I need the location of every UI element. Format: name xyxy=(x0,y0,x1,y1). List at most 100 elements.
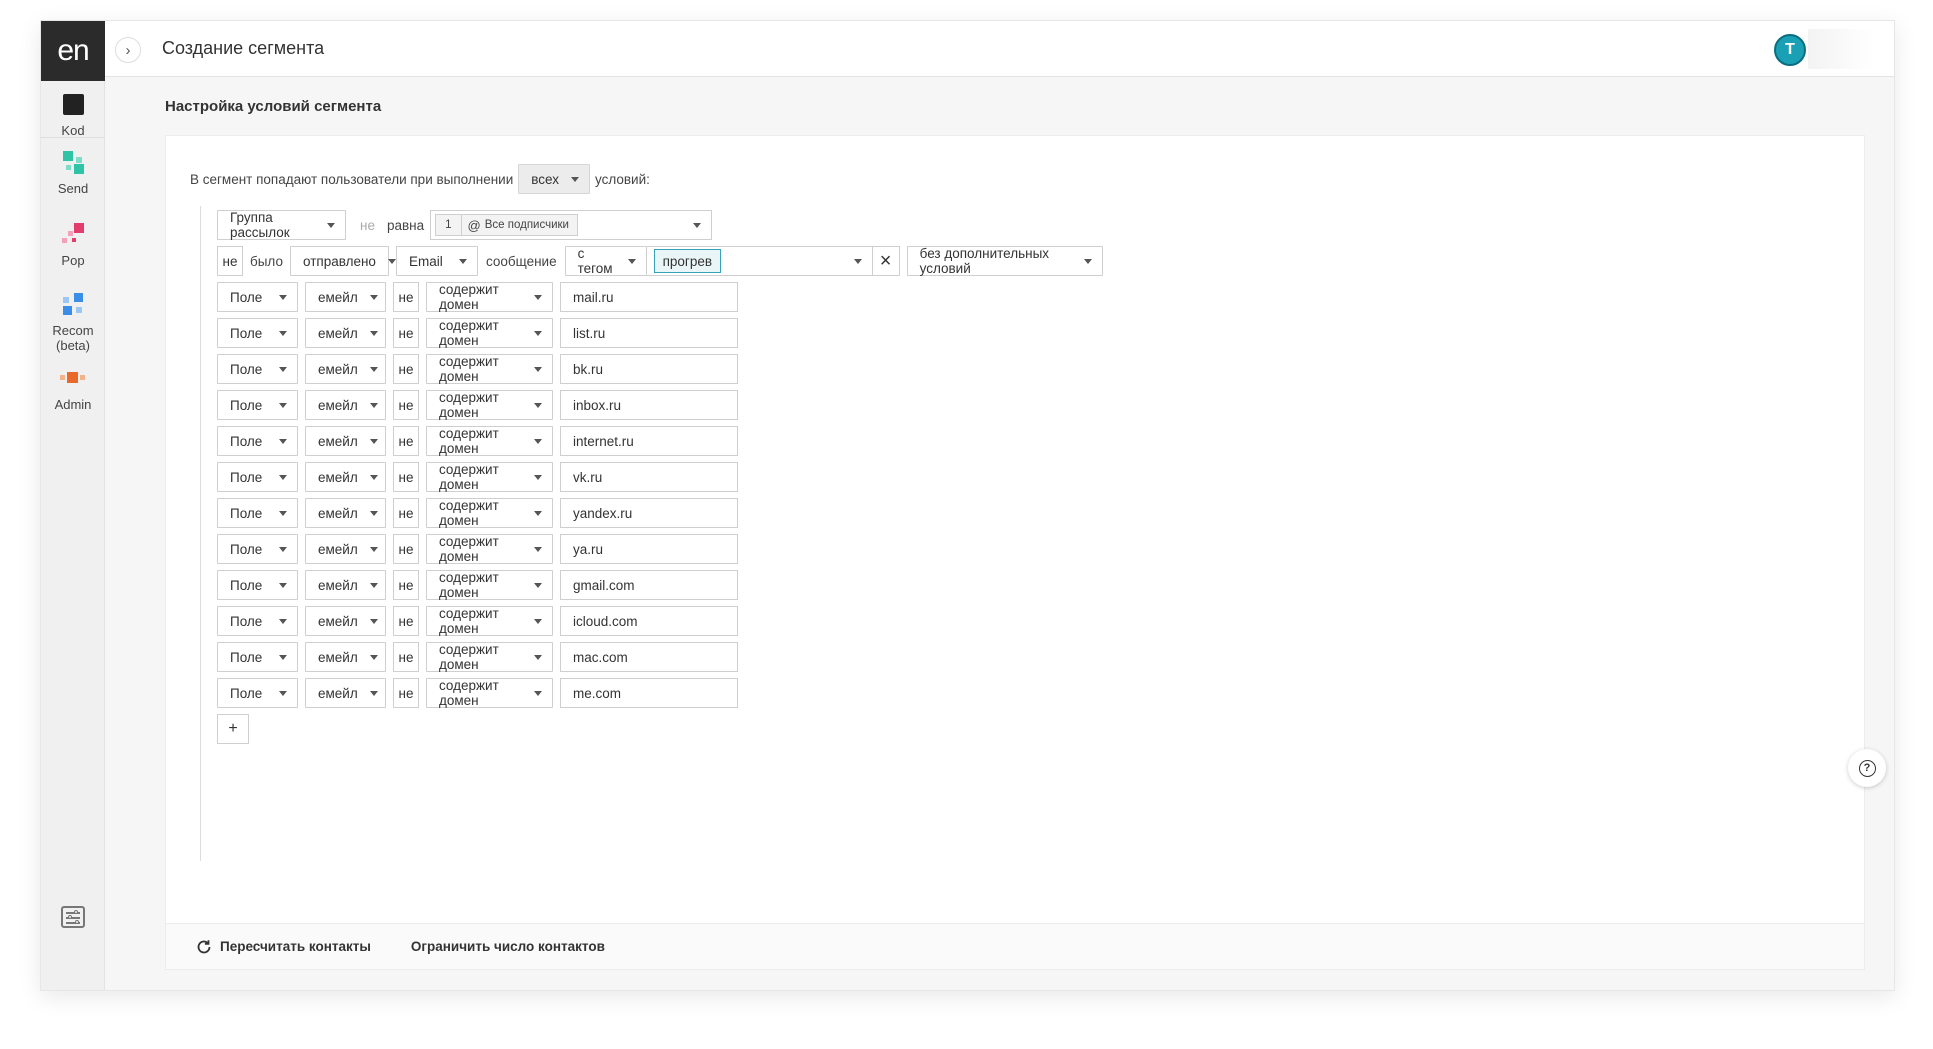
negate-toggle[interactable]: не xyxy=(393,570,419,600)
caret-down-icon xyxy=(369,474,378,480)
operator-select[interactable]: содержит домен xyxy=(426,642,553,672)
condition-type-select[interactable]: Поле xyxy=(217,498,298,528)
field-select[interactable]: емейл xyxy=(305,678,386,708)
caret-down-icon xyxy=(279,366,287,372)
sidebar-item-recom[interactable]: Recom (beta) xyxy=(41,291,105,353)
value-input[interactable]: list.ru xyxy=(560,318,738,348)
extra-conditions-select[interactable]: без дополнительных условий xyxy=(906,246,1103,276)
settings-sliders-icon[interactable] xyxy=(61,906,85,928)
condition-type-select[interactable]: Поле xyxy=(217,534,298,564)
match-mode-select[interactable]: всех xyxy=(518,164,590,194)
condition-row-field: Поле емейл не содержит домен mail.ru xyxy=(217,282,738,312)
operator-select[interactable]: содержит домен xyxy=(426,678,553,708)
value-input[interactable]: internet.ru xyxy=(560,426,738,456)
operator-select[interactable]: содержит домен xyxy=(426,318,553,348)
avatar[interactable]: T xyxy=(1774,34,1806,66)
expand-sidebar-button[interactable]: › xyxy=(115,37,141,63)
sidebar-item-admin[interactable]: Admin xyxy=(41,365,105,412)
field-select[interactable]: емейл xyxy=(305,606,386,636)
negate-toggle[interactable]: не xyxy=(393,534,419,564)
condition-type-select[interactable]: Группа рассылок xyxy=(217,210,346,240)
value-input[interactable]: me.com xyxy=(560,678,738,708)
field-select[interactable]: емейл xyxy=(305,318,386,348)
condition-type-select[interactable]: Поле xyxy=(217,426,298,456)
action-select[interactable]: отправлено xyxy=(289,246,396,276)
condition-type-value: Поле xyxy=(230,469,263,485)
caret-down-icon xyxy=(534,546,542,552)
negate-toggle[interactable]: не xyxy=(217,246,243,276)
operator-select[interactable]: содержит домен xyxy=(426,462,553,492)
sidebar-item-pop[interactable]: Pop xyxy=(41,221,105,268)
value-input[interactable]: bk.ru xyxy=(560,354,738,384)
field-value: емейл xyxy=(318,289,358,305)
condition-type-select[interactable]: Поле xyxy=(217,462,298,492)
negate-toggle[interactable]: не xyxy=(393,426,419,456)
sidebar-item-send[interactable]: Send xyxy=(41,149,105,196)
field-select[interactable]: емейл xyxy=(305,426,386,456)
field-select[interactable]: емейл xyxy=(305,534,386,564)
condition-type-select[interactable]: Поле xyxy=(217,318,298,348)
field-select[interactable]: емейл xyxy=(305,390,386,420)
topbar: › Создание сегмента T xyxy=(105,21,1894,77)
negate-toggle[interactable]: не xyxy=(393,678,419,708)
negate-toggle[interactable]: не xyxy=(393,498,419,528)
field-select[interactable]: емейл xyxy=(305,570,386,600)
negate-toggle[interactable]: не xyxy=(393,642,419,672)
condition-type-select[interactable]: Поле xyxy=(217,390,298,420)
operator-select[interactable]: содержит домен xyxy=(426,354,553,384)
operator-select[interactable]: содержит домен xyxy=(426,498,553,528)
value-input[interactable]: yandex.ru xyxy=(560,498,738,528)
negate-toggle[interactable]: не xyxy=(393,354,419,384)
field-select[interactable]: емейл xyxy=(305,282,386,312)
caret-down-icon xyxy=(534,294,542,300)
field-select[interactable]: емейл xyxy=(305,462,386,492)
operator-select[interactable]: содержит домен xyxy=(426,282,553,312)
limit-contacts-button[interactable]: Ограничить число контактов xyxy=(411,939,605,954)
add-condition-button[interactable]: + xyxy=(217,714,249,744)
tag-select[interactable]: прогрев xyxy=(646,246,873,276)
operator-select[interactable]: содержит домен xyxy=(426,390,553,420)
negate-toggle[interactable]: не xyxy=(346,218,383,233)
condition-type-value: Поле xyxy=(230,649,263,665)
value-input[interactable]: mac.com xyxy=(560,642,738,672)
field-select[interactable]: емейл xyxy=(305,354,386,384)
caret-down-icon xyxy=(369,690,378,696)
operator-select[interactable]: содержит домен xyxy=(426,426,553,456)
operator-select[interactable]: содержит домен xyxy=(426,606,553,636)
condition-type-select[interactable]: Поле xyxy=(217,642,298,672)
value-input[interactable]: mail.ru xyxy=(560,282,738,312)
negate-toggle[interactable]: не xyxy=(393,282,419,312)
condition-type-select[interactable]: Поле xyxy=(217,678,298,708)
negate-toggle[interactable]: не xyxy=(393,318,419,348)
pop-icon xyxy=(60,221,86,247)
negate-toggle[interactable]: не xyxy=(393,606,419,636)
operator-value: содержит домен xyxy=(439,642,499,672)
operator-select[interactable]: содержит домен xyxy=(426,534,553,564)
value-input[interactable]: inbox.ru xyxy=(560,390,738,420)
value-input[interactable]: icloud.com xyxy=(560,606,738,636)
sidebar: en Kod Send Pop Recom (beta) Admin xyxy=(41,21,105,990)
value-input[interactable]: vk.ru xyxy=(560,462,738,492)
field-select[interactable]: емейл xyxy=(305,642,386,672)
condition-type-select[interactable]: Поле xyxy=(217,354,298,384)
clear-tags-button[interactable]: × xyxy=(872,246,900,276)
operator-select[interactable]: содержит домен xyxy=(426,570,553,600)
logo[interactable]: en xyxy=(41,21,105,81)
channel-select[interactable]: Email xyxy=(395,246,478,276)
field-select[interactable]: емейл xyxy=(305,498,386,528)
chevron-right-icon: › xyxy=(125,41,131,59)
tag-mode-select[interactable]: с тегом xyxy=(564,246,647,276)
group-select[interactable]: 1 @ Все подписчики xyxy=(430,210,713,240)
condition-row-message: не было отправлено Email сообщение с тег… xyxy=(217,246,1103,276)
condition-type-select[interactable]: Поле xyxy=(217,282,298,312)
value-input[interactable]: ya.ru xyxy=(560,534,738,564)
condition-type-select[interactable]: Поле xyxy=(217,570,298,600)
negate-toggle[interactable]: не xyxy=(393,462,419,492)
value-input[interactable]: gmail.com xyxy=(560,570,738,600)
recalc-contacts-button[interactable]: Пересчитать контакты xyxy=(196,939,371,955)
condition-type-select[interactable]: Поле xyxy=(217,606,298,636)
tag-chip[interactable]: прогрев xyxy=(653,249,722,273)
negate-toggle[interactable]: не xyxy=(393,390,419,420)
help-button[interactable]: ? xyxy=(1848,749,1886,787)
sidebar-item-kod[interactable]: Kod xyxy=(41,91,105,138)
